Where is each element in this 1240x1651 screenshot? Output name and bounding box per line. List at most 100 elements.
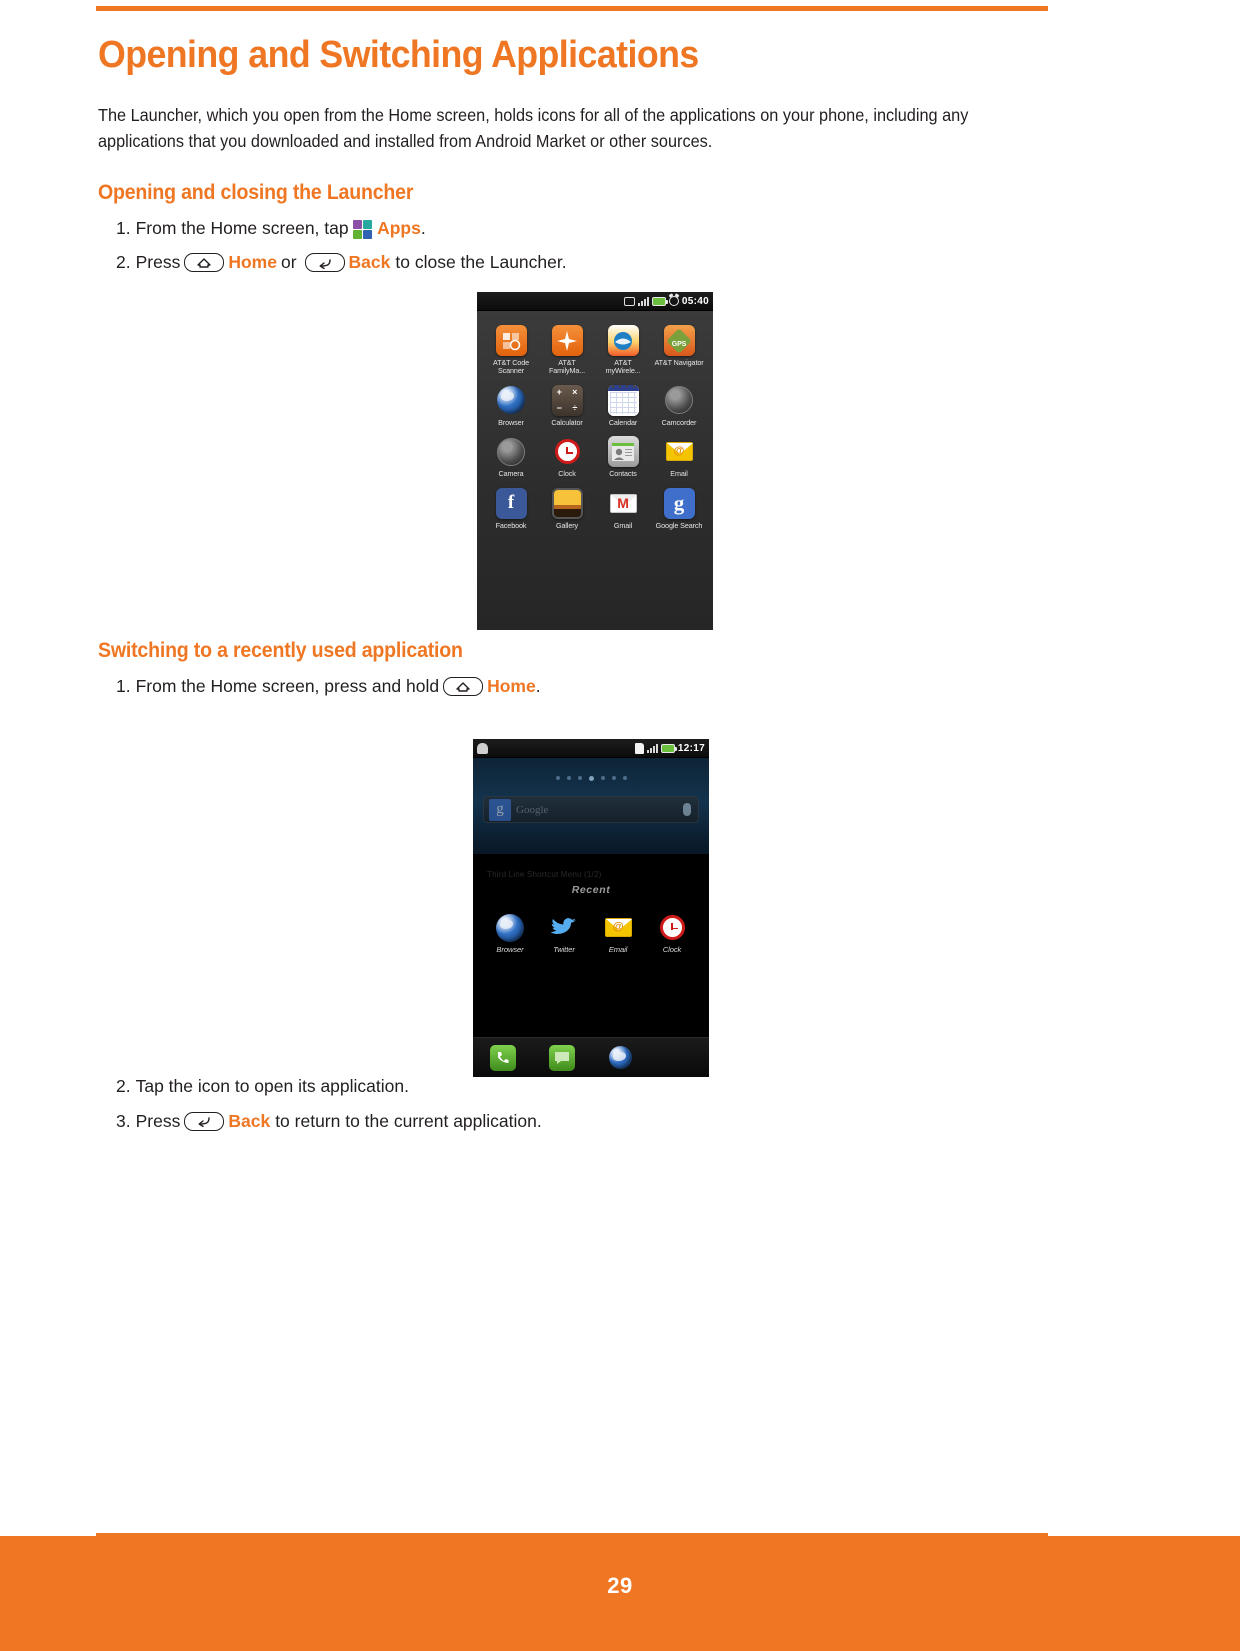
calc-key: ÷ bbox=[572, 402, 578, 413]
battery-icon bbox=[651, 296, 668, 306]
apps-grid-icon bbox=[352, 219, 373, 240]
app-tile-facebook[interactable]: f Facebook bbox=[485, 487, 537, 530]
gallery-icon bbox=[551, 487, 583, 519]
app-tile-browser[interactable]: Browser bbox=[485, 385, 537, 427]
step-text: Tap the icon to open its application. bbox=[135, 1076, 409, 1097]
recent-app-twitter[interactable]: Twitter bbox=[540, 912, 588, 955]
app-label: Clock bbox=[558, 469, 576, 479]
back-key-icon bbox=[304, 253, 345, 273]
microphone-icon[interactable] bbox=[683, 803, 691, 816]
step-text-end: . bbox=[420, 218, 426, 239]
gmail-icon: M bbox=[608, 488, 639, 519]
app-label: Email bbox=[670, 469, 688, 479]
step-text-end: . bbox=[535, 676, 541, 697]
recent-app-browser[interactable]: Browser bbox=[486, 912, 534, 955]
ghost-shortcut-label: Third Line Shortcut Menu (1/2) bbox=[487, 870, 602, 879]
app-row: f Facebook Gallery M Gmail g Google Sear… bbox=[483, 487, 707, 530]
apps-grid-icon[interactable] bbox=[667, 1045, 693, 1071]
step-number: 2. bbox=[116, 1076, 131, 1097]
status-bar: 12:17 bbox=[473, 739, 709, 758]
app-tile-att-familymap[interactable]: AT&T FamilyMa... bbox=[541, 325, 593, 376]
app-tile-camera[interactable]: Camera bbox=[485, 436, 537, 478]
recent-app-email[interactable]: @ Email bbox=[594, 912, 642, 955]
app-label: Google Search bbox=[655, 520, 703, 530]
back-keyword: Back bbox=[228, 1110, 271, 1131]
att-familymap-icon bbox=[551, 325, 583, 356]
step-number: 3. bbox=[116, 1110, 131, 1131]
app-tile-gmail[interactable]: M Gmail bbox=[597, 488, 649, 530]
app-label: Browser bbox=[498, 417, 524, 427]
app-tile-clock[interactable]: Clock bbox=[541, 436, 593, 478]
home-key-icon bbox=[443, 677, 484, 697]
app-label: AT&T Code Scanner bbox=[493, 358, 529, 376]
app-row: Browser + × − ÷ Calculator Calendar Camc… bbox=[483, 384, 707, 427]
browser-icon bbox=[495, 912, 526, 943]
google-glyph: g bbox=[673, 491, 685, 516]
camcorder-icon bbox=[664, 385, 695, 416]
att-mywireless-icon bbox=[607, 325, 639, 356]
section-heading-switching: Switching to a recently used application bbox=[98, 639, 463, 663]
recent-apps-row: Browser Twitter @ Email Clock bbox=[473, 912, 709, 955]
page-title: Opening and Switching Applications bbox=[98, 34, 699, 76]
browser-icon[interactable] bbox=[608, 1045, 634, 1071]
step-number: 1. bbox=[116, 218, 131, 239]
app-tile-att-mywireless[interactable]: AT&T myWirele... bbox=[597, 325, 649, 376]
step-text: From the Home screen, tap bbox=[135, 218, 349, 239]
calc-key: × bbox=[572, 387, 578, 398]
page-indicator-dots bbox=[473, 776, 709, 781]
app-tile-email[interactable]: @ Email bbox=[653, 436, 705, 478]
app-label: Contacts bbox=[609, 469, 637, 479]
app-tile-contacts[interactable]: Contacts bbox=[597, 436, 649, 478]
recent-title: Recent bbox=[571, 884, 611, 896]
status-bar-right: 05:40 bbox=[623, 295, 709, 307]
app-tile-calculator[interactable]: + × − ÷ Calculator bbox=[541, 384, 593, 427]
manual-page: Opening and Switching Applications The L… bbox=[0, 0, 1240, 1651]
calculator-icon: + × − ÷ bbox=[551, 384, 583, 416]
step-number: 2. bbox=[116, 252, 131, 273]
step-text: From the Home screen, press and hold bbox=[135, 676, 440, 697]
app-label: Twitter bbox=[553, 945, 575, 954]
app-tile-camcorder[interactable]: Camcorder bbox=[653, 385, 705, 427]
step-item: 3. Press Back to return to the current a… bbox=[116, 1108, 1058, 1135]
app-label: Camcorder bbox=[661, 417, 697, 427]
phone-icon[interactable] bbox=[489, 1044, 516, 1071]
app-label: Gallery bbox=[555, 520, 579, 530]
step-text: Press bbox=[135, 252, 181, 273]
status-bar-clock: 05:40 bbox=[681, 295, 709, 307]
app-label: AT&T FamilyMa... bbox=[548, 358, 586, 376]
step-number: 1. bbox=[116, 676, 131, 697]
att-code-scanner-icon bbox=[495, 325, 527, 356]
email-icon: @ bbox=[664, 436, 695, 467]
twitter-icon bbox=[549, 912, 580, 943]
signal-icon bbox=[637, 296, 649, 306]
android-icon bbox=[477, 742, 488, 754]
back-keyword: Back bbox=[348, 252, 391, 273]
messaging-icon[interactable] bbox=[548, 1044, 575, 1071]
search-placeholder: Google bbox=[516, 803, 549, 816]
app-label: Browser bbox=[496, 945, 524, 954]
apps-keyword: Apps bbox=[377, 218, 421, 239]
app-tile-google-search[interactable]: g Google Search bbox=[653, 487, 705, 530]
home-dock bbox=[473, 1037, 709, 1077]
recent-apps-overlay: g Google Third Line Shortcut Menu (1/2) … bbox=[473, 758, 709, 1077]
vibrate-icon bbox=[623, 296, 635, 306]
recent-app-clock[interactable]: Clock bbox=[648, 912, 696, 955]
app-tile-att-navigator[interactable]: GPS AT&T Navigator bbox=[653, 325, 705, 376]
steps-list-section2: 1. From the Home screen, press and hold … bbox=[98, 673, 1058, 700]
google-glyph: g bbox=[489, 798, 511, 821]
battery-icon bbox=[660, 743, 677, 753]
intro-paragraph: The Launcher, which you open from the Ho… bbox=[98, 104, 969, 152]
contacts-icon bbox=[607, 436, 639, 468]
app-label: Camera bbox=[498, 469, 524, 479]
recent-apps-screenshot: 12:17 g Google Third Line Shortcut Menu … bbox=[473, 739, 709, 1077]
app-tile-calendar[interactable]: Calendar bbox=[597, 384, 649, 427]
app-tile-att-code-scanner[interactable]: AT&T Code Scanner bbox=[485, 325, 537, 376]
signal-icon bbox=[646, 743, 658, 753]
google-search-widget[interactable]: g Google bbox=[483, 796, 699, 823]
app-tile-gallery[interactable]: Gallery bbox=[541, 487, 593, 530]
calc-key: + bbox=[556, 387, 562, 398]
facebook-icon: f bbox=[495, 487, 527, 519]
conjunction: or bbox=[280, 252, 297, 273]
sim-icon bbox=[634, 742, 644, 754]
alarm-icon bbox=[668, 296, 679, 306]
